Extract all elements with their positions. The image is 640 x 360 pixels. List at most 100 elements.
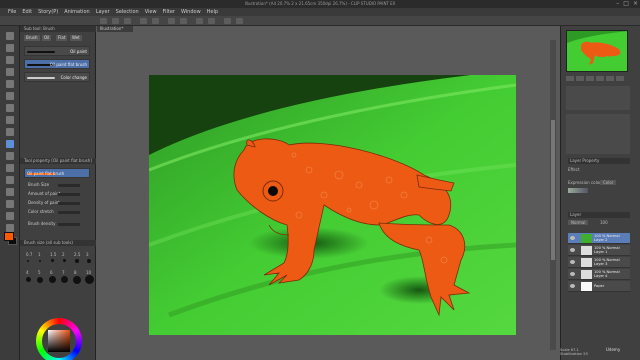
move-layer-tool-icon[interactable] (6, 68, 14, 76)
property-density-of-paint[interactable]: Density of paint (28, 200, 92, 207)
blend-mode-select[interactable]: Normal (568, 220, 589, 225)
property-slider[interactable] (58, 211, 80, 214)
eye-icon[interactable] (570, 284, 575, 288)
property-slider[interactable] (58, 223, 80, 226)
size-preset-dot[interactable] (85, 275, 94, 284)
text-tool-icon[interactable] (6, 224, 14, 232)
navigator-preview[interactable] (566, 30, 628, 72)
blend-tool-icon[interactable] (6, 188, 14, 196)
airbrush-tool-icon[interactable] (6, 152, 14, 160)
color-wheel[interactable] (36, 318, 82, 360)
property-brush-size[interactable]: Brush Size (28, 182, 92, 189)
menu-story[interactable]: Story(P) (38, 9, 58, 15)
fit-view-icon[interactable] (586, 76, 594, 81)
size-preset-dot[interactable] (26, 277, 31, 282)
property-slider[interactable] (58, 193, 80, 196)
layer-row[interactable]: 100 % Normal Layer 1 (568, 245, 630, 256)
zoom-in-icon[interactable] (576, 76, 584, 81)
subtool-tab-flat[interactable]: Flat (56, 35, 68, 41)
menu-file[interactable]: File (8, 9, 16, 15)
document-tab[interactable]: Illustration* (97, 26, 133, 32)
size-preset-dot[interactable] (49, 276, 56, 283)
size-preset-dot[interactable] (27, 260, 29, 262)
size-preset-dot[interactable] (75, 259, 79, 263)
brush-oil-paint[interactable]: Oil paint (24, 46, 90, 56)
opacity-value[interactable]: 100 (600, 220, 608, 225)
redo-icon[interactable] (152, 18, 159, 24)
undo-icon[interactable] (140, 18, 147, 24)
eye-icon[interactable] (570, 236, 575, 240)
eyedropper-tool-icon[interactable] (6, 104, 14, 112)
menu-help[interactable]: Help (207, 9, 218, 15)
vertical-scrollbar[interactable] (550, 40, 556, 350)
main-color-swatch[interactable] (4, 232, 14, 241)
deselect-icon[interactable] (196, 18, 203, 24)
rotate-right-icon[interactable] (606, 76, 614, 81)
subtool-panel-title: Sub tool: Brush (20, 26, 96, 32)
subtool-tab-wet[interactable]: Wet (70, 35, 82, 41)
property-color-stretch[interactable]: Color stretch (28, 209, 92, 216)
layer-row[interactable]: 100 % Normal Layer 2 (568, 233, 630, 244)
transform-icon[interactable] (180, 18, 187, 24)
invert-selection-icon[interactable] (208, 18, 215, 24)
open-file-icon[interactable] (112, 18, 119, 24)
erase-icon[interactable] (168, 18, 175, 24)
snap-ruler-icon[interactable] (224, 18, 231, 24)
decoration-tool-icon[interactable] (6, 164, 14, 172)
saturation-value-square[interactable] (48, 330, 70, 352)
gradient-tool-icon[interactable] (6, 212, 14, 220)
save-icon[interactable] (124, 18, 131, 24)
menu-animation[interactable]: Animation (64, 9, 90, 15)
rotate-left-icon[interactable] (596, 76, 604, 81)
brush-oil-paint-flat[interactable]: Oil paint flat brush (24, 59, 90, 69)
size-preset-dot[interactable] (73, 276, 81, 284)
move-tool-icon[interactable] (6, 44, 14, 52)
scrollbar-thumb[interactable] (551, 120, 555, 260)
property-slider[interactable] (58, 184, 80, 187)
size-preset-dot[interactable] (39, 260, 41, 262)
eye-icon[interactable] (570, 260, 575, 264)
selection-tool-icon[interactable] (6, 80, 14, 88)
pencil-tool-icon[interactable] (6, 128, 14, 136)
pen-tool-icon[interactable] (6, 116, 14, 124)
new-file-icon[interactable] (100, 18, 107, 24)
size-preset-dot[interactable] (87, 259, 91, 263)
layer-row[interactable]: Paper (568, 281, 630, 292)
layer-row[interactable]: 100 % Normal Layer 4 (568, 269, 630, 280)
brush-color-change[interactable]: Color change (24, 72, 90, 82)
property-slider[interactable] (58, 202, 80, 205)
layer-row[interactable]: 100 % Normal Layer 3 (568, 257, 630, 268)
menu-edit[interactable]: Edit (22, 9, 32, 15)
eraser-tool-icon[interactable] (6, 176, 14, 184)
property-brush-density[interactable]: Brush density (28, 221, 92, 228)
eye-icon[interactable] (570, 248, 575, 252)
flip-icon[interactable] (616, 76, 624, 81)
maximize-button[interactable]: □ (623, 0, 629, 7)
menu-view[interactable]: View (145, 9, 157, 15)
zoom-tool-icon[interactable] (6, 32, 14, 40)
close-button[interactable]: × (633, 0, 638, 7)
size-preset-dot[interactable] (63, 259, 66, 262)
size-preset-dot[interactable] (51, 259, 54, 262)
size-preset-dot[interactable] (61, 276, 68, 283)
menu-filter[interactable]: Filter (163, 9, 175, 15)
frog-eye (268, 186, 278, 196)
menu-selection[interactable]: Selection (116, 9, 139, 15)
expression-color-select[interactable]: Color (600, 180, 617, 185)
size-preset-dot[interactable] (37, 277, 43, 283)
auto-select-tool-icon[interactable] (6, 92, 14, 100)
artwork-canvas[interactable] (149, 75, 516, 335)
brush-tool-icon[interactable] (6, 140, 14, 148)
subtool-tab-oil[interactable]: Oil (42, 35, 52, 41)
layer-color-bar[interactable] (568, 188, 588, 193)
menu-layer[interactable]: Layer (96, 9, 110, 15)
operation-tool-icon[interactable] (6, 56, 14, 64)
eye-icon[interactable] (570, 272, 575, 276)
subtool-tab-brush[interactable]: Brush (24, 35, 40, 41)
snap-grid-icon[interactable] (236, 18, 243, 24)
fill-tool-icon[interactable] (6, 200, 14, 208)
minimize-button[interactable]: – (616, 0, 619, 7)
property-amount-of-paint[interactable]: Amount of paint (28, 191, 92, 198)
menu-window[interactable]: Window (181, 9, 201, 15)
zoom-out-icon[interactable] (566, 76, 574, 81)
